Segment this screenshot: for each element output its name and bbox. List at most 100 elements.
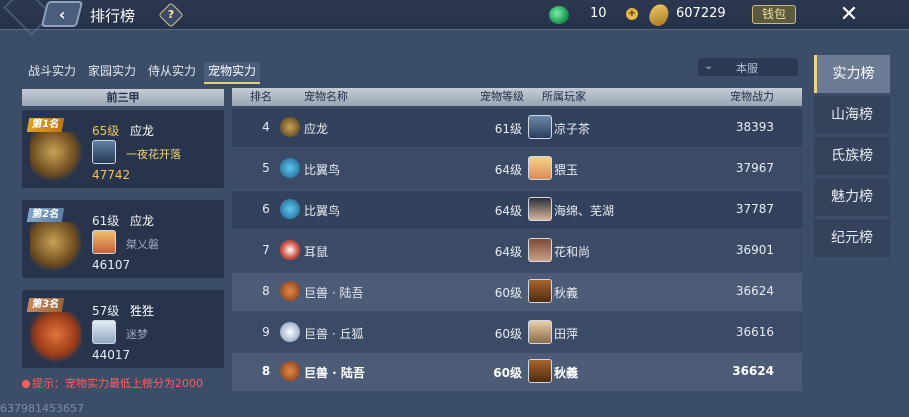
row-owner: 凉子茶 (554, 122, 591, 136)
pet-power: 44017 (92, 348, 131, 362)
rank-badge: 第1名 (26, 118, 65, 132)
col-pet-name: 宠物名称 (304, 90, 348, 103)
jade-icon (549, 6, 569, 24)
side-tab-power[interactable]: 实力榜 (814, 55, 890, 93)
avatar[interactable] (528, 156, 552, 180)
pet-level: 57级 (92, 304, 120, 318)
table-row[interactable]: 4 应龙 61级 凉子茶 38393 (232, 109, 802, 147)
server-select-value: 本服 (736, 62, 758, 75)
beast-pet-icon (280, 281, 300, 301)
page-title: 排行榜 (90, 7, 136, 25)
row-pet-name: 耳鼠 (304, 245, 329, 259)
dragon-pet-icon (30, 132, 82, 182)
table-header: 排名 宠物名称 宠物等级 所属玩家 宠物战力 (232, 88, 802, 106)
plus-icon[interactable]: + (626, 8, 638, 20)
row-pet-name: 应龙 (304, 122, 329, 136)
side-tab-clan[interactable]: 氏族榜 (814, 137, 890, 175)
row-pet-level: 60级 (493, 366, 522, 380)
beast-pet-icon (280, 361, 300, 381)
rank-badge: 第2名 (26, 208, 65, 222)
my-rank-row[interactable]: 8 巨兽 · 陆吾 60级 秋義 36624 (232, 353, 802, 391)
tab-home-power[interactable]: 家园实力 (84, 62, 140, 84)
table-row[interactable]: 8 巨兽 · 陆吾 60级 秋義 36624 (232, 273, 802, 311)
side-tab-era[interactable]: 纪元榜 (814, 219, 890, 257)
row-owner: 秋義 (554, 366, 579, 380)
row-pet-name: 巨兽 · 丘狐 (304, 327, 364, 341)
ape-pet-icon (30, 312, 82, 362)
tab-attendant-power[interactable]: 侍从实力 (144, 62, 200, 84)
close-icon: ✕ (839, 1, 859, 27)
ranking-table: 排名 宠物名称 宠物等级 所属玩家 宠物战力 4 应龙 61级 凉子茶 3839… (232, 88, 802, 391)
row-rank: 7 (262, 243, 270, 257)
mouse-pet-icon (280, 240, 300, 260)
back-button[interactable]: ‹ (40, 1, 84, 27)
row-pet-name: 巨兽 · 陆吾 (304, 286, 364, 300)
jade-count: 10 (590, 6, 607, 21)
row-pet-power: 37967 (735, 161, 774, 175)
row-owner: 田萍 (554, 327, 579, 341)
row-rank: 5 (262, 161, 270, 175)
close-button[interactable]: ✕ (832, 1, 866, 27)
avatar[interactable] (528, 197, 552, 221)
tab-pet-power[interactable]: 宠物实力 (204, 62, 261, 84)
row-pet-level: 64级 (494, 163, 522, 177)
min-score-tip: 提示：宠物实力最低上榜分为2000 (22, 375, 203, 391)
avatar[interactable] (528, 238, 552, 262)
chevron-down-icon: ⌄ (704, 59, 714, 72)
top3-header: 前三甲 (22, 89, 224, 106)
avatar[interactable] (92, 320, 116, 344)
side-tab-shanhai[interactable]: 山海榜 (814, 96, 890, 134)
player-name: 桀乂磐 (126, 238, 159, 251)
row-owner: 秋義 (554, 286, 579, 300)
row-rank: 6 (262, 202, 270, 216)
server-select[interactable]: ⌄ 本服 (698, 58, 798, 76)
player-name: 一夜花开落 (126, 148, 181, 161)
table-row[interactable]: 9 巨兽 · 丘狐 60级 田萍 36616 (232, 314, 802, 352)
avatar[interactable] (528, 279, 552, 303)
rank-badge: 第3名 (26, 298, 65, 312)
ranking-type-tabs: 实力榜 山海榜 氏族榜 魅力榜 纪元榜 (814, 55, 890, 260)
pet-name: 狌狌 (130, 304, 155, 318)
row-pet-level: 60级 (494, 327, 522, 341)
row-pet-power: 36901 (735, 243, 774, 257)
col-pet-level: 宠物等级 (480, 90, 524, 103)
avatar[interactable] (528, 359, 552, 383)
avatar[interactable] (528, 115, 552, 139)
top-bar: ‹ 排行榜 ? 10 + 607229 钱包 ✕ (0, 0, 909, 36)
avatar[interactable] (92, 230, 116, 254)
tab-combat-power[interactable]: 战斗实力 (24, 62, 80, 84)
row-rank: 8 (262, 284, 270, 298)
table-row[interactable]: 7 耳鼠 64级 花和尚 36901 (232, 232, 802, 270)
side-tab-charm[interactable]: 魅力榜 (814, 178, 890, 216)
row-owner: 海绵、芜湖 (554, 204, 615, 218)
row-rank: 8 (261, 364, 271, 378)
top3-card-2[interactable]: 第2名 61级 应龙 桀乂磐 46107 (22, 200, 224, 278)
col-pet-power: 宠物战力 (730, 90, 774, 103)
table-row[interactable]: 6 比翼鸟 64级 海绵、芜湖 37787 (232, 191, 802, 229)
row-pet-power: 37787 (735, 202, 774, 216)
category-tabs: 战斗实力 家园实力 侍从实力 宠物实力 (24, 62, 264, 84)
tip-text: 提示：宠物实力最低上榜分为2000 (32, 377, 203, 390)
pet-level: 65级 (92, 124, 120, 138)
row-rank: 4 (262, 120, 270, 134)
pet-power: 46107 (92, 258, 131, 272)
row-pet-level: 61级 (494, 122, 522, 136)
help-button[interactable]: ? (158, 2, 184, 28)
wallet-button[interactable]: 钱包 (752, 5, 796, 24)
avatar[interactable] (92, 140, 116, 164)
row-pet-power: 36624 (735, 284, 774, 298)
dragon-pet-icon (280, 117, 300, 137)
col-rank: 排名 (250, 90, 272, 103)
pet-power: 47742 (92, 168, 131, 182)
top3-card-3[interactable]: 第3名 57级 狌狌 迷梦 44017 (22, 290, 224, 368)
player-name: 迷梦 (126, 328, 148, 341)
row-pet-level: 60级 (494, 286, 522, 300)
bird-pet-icon (280, 199, 300, 219)
help-icon: ? (167, 8, 175, 21)
top3-card-1[interactable]: 第1名 65级 应龙 一夜花开落 47742 (22, 110, 224, 188)
row-pet-power: 38393 (735, 120, 774, 134)
avatar[interactable] (528, 320, 552, 344)
table-row[interactable]: 5 比翼鸟 64级 猥玉 37967 (232, 150, 802, 188)
row-pet-level: 64级 (494, 245, 522, 259)
col-owner: 所属玩家 (542, 90, 586, 103)
